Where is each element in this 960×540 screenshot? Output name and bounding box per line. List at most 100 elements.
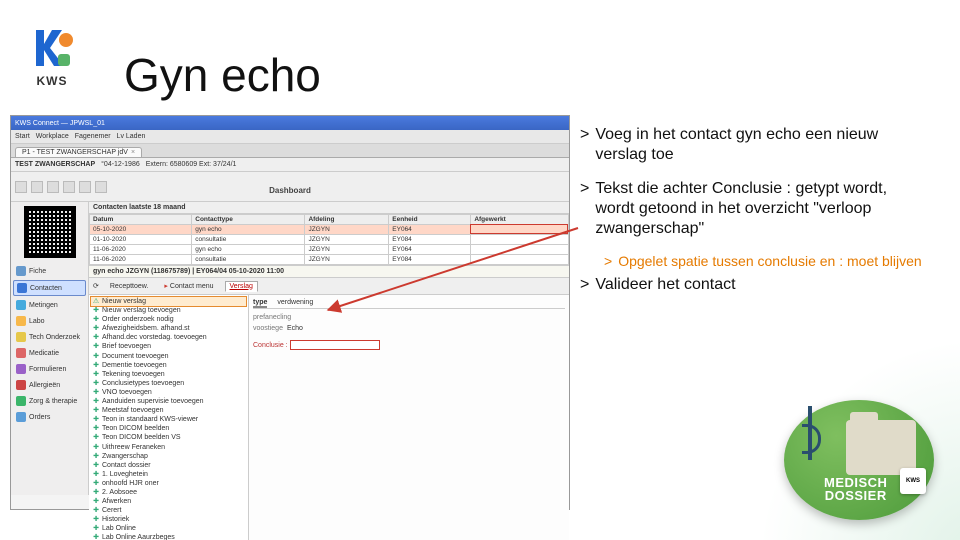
left-sidebar: Fiche Contacten Metingen Labo Tech Onderzoek…	[11, 202, 89, 495]
tree-item[interactable]: ✚Teon in standaard KWS-viewer	[91, 415, 246, 424]
tab-recepttoew[interactable]: Recepttoew.	[105, 281, 154, 292]
sidebar-item-labo[interactable]: Labo	[13, 314, 86, 328]
tree-item[interactable]: ✚Aanduiden supervisie toevoegen	[91, 397, 246, 406]
tree-item[interactable]: ✚Tekening toevoegen	[91, 370, 246, 379]
tree-item[interactable]: ✚ onhoofd HJR oner	[91, 479, 246, 488]
sidebar-item-allergie-n[interactable]: Allergieën	[13, 378, 86, 392]
menu-laden[interactable]: Lv Laden	[117, 133, 146, 140]
editor-tabs: type verdwening	[253, 299, 565, 309]
plus-icon: ✚	[92, 533, 100, 540]
check-icon[interactable]	[31, 181, 43, 193]
down-icon[interactable]	[63, 181, 75, 193]
contacts-table[interactable]: DatumContacttypeAfdelingEenheidAfgewerkt…	[89, 214, 569, 265]
sidebar-item-contacten[interactable]: Contacten	[13, 280, 86, 296]
table-cell: JZGYN	[305, 225, 389, 235]
table-row[interactable]: 01-10-2020consultatieJZGYNEY084	[90, 235, 569, 245]
kws-logo-text: KWS	[37, 74, 68, 88]
col-header[interactable]: Datum	[90, 215, 192, 225]
close-icon[interactable]: ×	[131, 149, 135, 156]
nieuw-verslag-link[interactable]: ⚠ Nieuw verslag	[91, 297, 246, 306]
table-row[interactable]: 11-06-2020consultatieJZGYNEY084	[90, 255, 569, 265]
menu-workplace[interactable]: Workplace	[36, 133, 69, 140]
sidebar-item-fiche[interactable]: Fiche	[13, 264, 86, 278]
sidebar-item-orders[interactable]: Orders	[13, 410, 86, 424]
tree-item[interactable]: ✚Brief toevoegen	[91, 342, 246, 351]
tree-item[interactable]: ✚Dementie toevoegen	[91, 361, 246, 370]
tree-item[interactable]: ✚Lab Online Aaurzbeges	[91, 533, 246, 540]
tree-item[interactable]: ✚Afhand.dec vorstedag. toevoegen	[91, 333, 246, 342]
tree-item-label: Conclusietypes toevoegen	[102, 379, 184, 388]
tree-item-label: Lab Online	[102, 524, 136, 533]
sidebar-item-icon	[16, 266, 26, 276]
menu-werknemer[interactable]: Fagenemer	[75, 133, 111, 140]
tree-item[interactable]: ✚2. Aobsoee	[91, 488, 246, 497]
tree-item-label: Tekening toevoegen	[102, 370, 165, 379]
tree-item[interactable]: ✚1. Loveghetein	[91, 470, 246, 479]
tree-item[interactable]: ✚Lab Online	[91, 524, 246, 533]
tool2-icon[interactable]	[95, 181, 107, 193]
sidebar-item-metingen[interactable]: Metingen	[13, 298, 86, 312]
menu-start[interactable]: Start	[15, 133, 30, 140]
caduceus-icon	[808, 406, 812, 460]
field-2-value: Echo	[287, 325, 303, 332]
editor-tab-verdwening[interactable]: verdwening	[277, 299, 313, 308]
tab-verslag[interactable]: Verslag	[225, 281, 258, 292]
tree-item[interactable]: ✚Afwerken	[91, 497, 246, 506]
tree-item-label: Contact dossier	[102, 461, 151, 470]
sidebar-item-formulieren[interactable]: Formulieren	[13, 362, 86, 376]
plus-icon: ✚	[92, 333, 100, 342]
col-header[interactable]: Contacttype	[192, 215, 305, 225]
plus-icon: ✚	[92, 470, 100, 479]
sidebar-item-medicatie[interactable]: Medicatie	[13, 346, 86, 360]
tab-contactmenu[interactable]: ▸Contact menu	[159, 280, 218, 292]
main-menu: Start Workplace Fagenemer Lv Laden	[11, 130, 569, 144]
field-2-label: voostiege	[253, 325, 283, 332]
lock-icon[interactable]	[15, 181, 27, 193]
conclusion-input-highlight[interactable]	[290, 340, 380, 350]
tree-item-label: Brief toevoegen	[102, 342, 151, 351]
kws-logo-icon	[28, 24, 76, 72]
patient-tab[interactable]: P1 - TEST ZWANGERSCHAP jdV ×	[15, 147, 142, 157]
tree-item[interactable]: ✚Teon DICOM beelden	[91, 424, 246, 433]
tree-item[interactable]: ✚Conclusietypes toevoegen	[91, 379, 246, 388]
sidebar-item-tech-onderzoek[interactable]: Tech Onderzoek	[13, 330, 86, 344]
action-tree: ⚠ Nieuw verslag ✚Nieuw verslag toevoegen…	[89, 295, 249, 540]
tree-item[interactable]: ✚Zwangerschap	[91, 452, 246, 461]
tree-item[interactable]: ✚Contact dossier	[91, 461, 246, 470]
plus-icon: ✚	[92, 379, 100, 388]
grid-title: Contacten laatste 18 maand	[89, 202, 569, 214]
patient-dob: °04-12-1986	[101, 161, 140, 168]
table-cell	[471, 245, 569, 255]
tree-item[interactable]: ✚VNO toevoegen	[91, 388, 246, 397]
col-header[interactable]: Eenheid	[389, 215, 471, 225]
sidebar-item-zorg-therapie[interactable]: Zorg & therapie	[13, 394, 86, 408]
tree-item[interactable]: ✚Historiek	[91, 515, 246, 524]
table-row[interactable]: 05-10-2020gyn echoJZGYNEY064	[90, 225, 569, 235]
tree-item[interactable]: ✚Document toevoegen	[91, 352, 246, 361]
n-icon[interactable]	[47, 181, 59, 193]
table-row[interactable]: 11-06-2020gyn echoJZGYNEY064	[90, 245, 569, 255]
tool-icon[interactable]	[79, 181, 91, 193]
table-cell: gyn echo	[192, 225, 305, 235]
tree-item[interactable]: ✚Meetstaf toevoegen	[91, 406, 246, 415]
chevron-right-icon: >	[604, 253, 612, 271]
report-editor: type verdwening prefanecling voostiege E…	[249, 295, 569, 540]
tree-item[interactable]: ✚Nieuw verslag toevoegen	[91, 306, 246, 315]
nieuw-verslag-label: Nieuw verslag	[102, 297, 146, 306]
col-header[interactable]: Afdeling	[305, 215, 389, 225]
col-header[interactable]: Afgewerkt	[471, 215, 569, 225]
tree-item[interactable]: ✚Uithreew Feraneken	[91, 443, 246, 452]
tree-item[interactable]: ✚Order onderzoek nodig	[91, 315, 246, 324]
sidebar-item-label: Orders	[29, 414, 50, 421]
bullet-1: > Voeg in het contact gyn echo een nieuw…	[580, 125, 930, 165]
tree-item[interactable]: ✚Afwezigheidsbem. afhand.st	[91, 324, 246, 333]
reload-icon[interactable]: ⟳	[93, 282, 99, 290]
tree-item[interactable]: ✚Teon DICOM beelden VS	[91, 433, 246, 442]
tree-item[interactable]: ✚Cerert	[91, 506, 246, 515]
tree-item-label: Teon DICOM beelden VS	[102, 433, 181, 442]
tree-item-label: 1. Loveghetein	[102, 470, 148, 479]
plus-icon: ✚	[92, 452, 100, 461]
table-cell	[471, 225, 569, 235]
detail-tab-strip: ⟳ Recepttoew. ▸Contact menu Verslag	[89, 278, 569, 295]
editor-tab-type[interactable]: type	[253, 299, 267, 308]
